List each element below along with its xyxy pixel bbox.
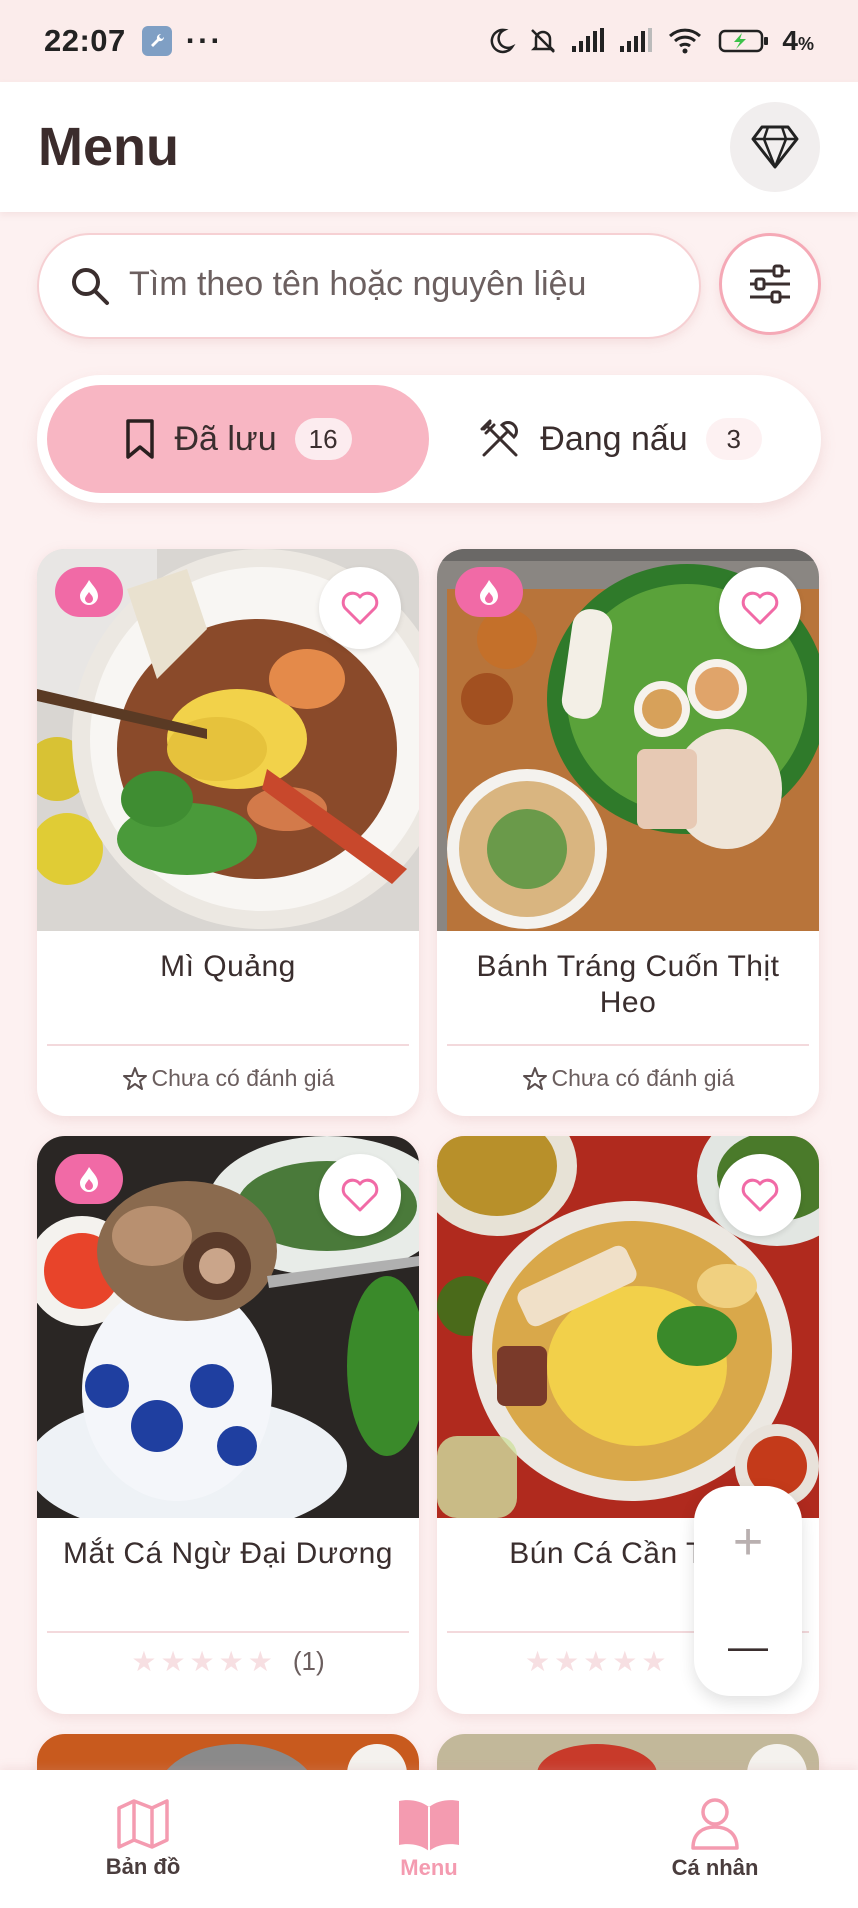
hot-badge	[55, 1154, 123, 1204]
nav-label: Menu	[400, 1855, 458, 1880]
map-icon	[117, 1799, 169, 1849]
rating-count: (1)	[292, 1646, 325, 1676]
search-placeholder: Tìm theo tên hoặc nguyên liệu	[129, 265, 587, 303]
tab-count-badge: 3	[705, 418, 762, 460]
divider	[47, 1631, 409, 1633]
bottom-navigation: Bản đồ Menu Cá nhân	[0, 1770, 858, 1908]
wrench-icon	[141, 26, 172, 56]
person-icon	[691, 1798, 739, 1850]
utensils-icon	[480, 419, 519, 457]
star-rating-icon: ★★★★★	[525, 1646, 671, 1677]
recipe-card[interactable]: Bánh Tráng Cuốn Thịt Heo Chưa có đánh gi…	[437, 549, 819, 1116]
recipe-name: Mì Quảng	[160, 950, 296, 983]
star-rating-icon: ★★★★★	[131, 1646, 277, 1677]
heart-icon	[341, 1178, 379, 1212]
nav-label: Cá nhân	[671, 1855, 759, 1880]
hot-badge	[455, 567, 523, 617]
rating-label: Chưa có đánh giá	[551, 1065, 735, 1091]
recipe-rating: Chưa có đánh giá	[437, 1065, 819, 1092]
battery-unit: %	[797, 34, 814, 54]
status-bar: 22:07 ··· 4%	[0, 0, 858, 82]
tab-cooking[interactable]: Đang nấu 3	[429, 385, 811, 493]
tab-label: Đã lưu	[174, 419, 277, 458]
heart-icon	[341, 591, 379, 625]
sliders-icon	[750, 264, 790, 304]
search-input[interactable]: Tìm theo tên hoặc nguyên liệu	[37, 233, 701, 339]
zoom-out-button[interactable]: —	[728, 1627, 768, 1667]
recipe-name: Mắt Cá Ngừ Đại Dương	[63, 1537, 393, 1570]
recipe-card[interactable]: Mắt Cá Ngừ Đại Dương ★★★★★ (1)	[37, 1136, 419, 1714]
heart-icon	[741, 1178, 779, 1212]
flame-icon	[80, 580, 98, 605]
status-time: 22:07	[44, 23, 126, 58]
premium-button[interactable]	[730, 102, 820, 192]
nav-item-menu[interactable]: Menu	[286, 1797, 572, 1881]
favorite-button[interactable]	[719, 1154, 801, 1236]
flame-icon	[80, 1167, 98, 1192]
nav-item-profile[interactable]: Cá nhân	[572, 1797, 858, 1881]
book-icon	[399, 1800, 459, 1851]
signal-icon	[570, 28, 606, 54]
recipe-rating: Chưa có đánh giá	[37, 1065, 419, 1092]
favorite-button[interactable]	[319, 567, 401, 649]
app-header: Menu	[0, 82, 858, 212]
zoom-control: + —	[694, 1486, 802, 1696]
filter-button[interactable]	[719, 233, 821, 335]
star-outline-icon	[122, 1066, 147, 1090]
bookmark-icon	[126, 419, 155, 459]
more-icon: ···	[185, 23, 223, 58]
page-title: Menu	[38, 117, 179, 177]
nav-label: Bản đồ	[105, 1854, 181, 1879]
signal-icon	[618, 28, 654, 54]
divider	[447, 1044, 809, 1046]
tab-label: Đang nấu	[540, 419, 688, 458]
zoom-in-button[interactable]: +	[733, 1516, 763, 1568]
battery-icon	[718, 27, 770, 55]
hot-badge	[55, 567, 123, 617]
rating-label: Chưa có đánh giá	[151, 1065, 335, 1091]
nav-item-map[interactable]: Bản đồ	[0, 1798, 286, 1880]
recipe-rating: ★★★★★ (1)	[37, 1645, 419, 1678]
recipe-card[interactable]: Mì Quảng Chưa có đánh giá	[37, 549, 419, 1116]
tab-saved[interactable]: Đã lưu 16	[47, 385, 429, 493]
favorite-button[interactable]	[719, 567, 801, 649]
recipe-name: Bánh Tráng Cuốn Thịt Heo	[476, 950, 780, 1019]
divider	[47, 1044, 409, 1046]
favorite-button[interactable]	[319, 1154, 401, 1236]
diamond-icon	[751, 125, 799, 169]
moon-icon	[486, 26, 516, 56]
heart-icon	[741, 591, 779, 625]
wifi-icon	[666, 26, 706, 56]
tab-bar: Đã lưu 16 Đang nấu 3	[37, 375, 821, 503]
battery-level: 4	[782, 25, 798, 56]
flame-icon	[480, 580, 498, 605]
tab-count-badge: 16	[294, 418, 352, 460]
search-icon	[72, 268, 109, 305]
star-outline-icon	[522, 1066, 547, 1090]
bell-muted-icon	[528, 26, 558, 56]
